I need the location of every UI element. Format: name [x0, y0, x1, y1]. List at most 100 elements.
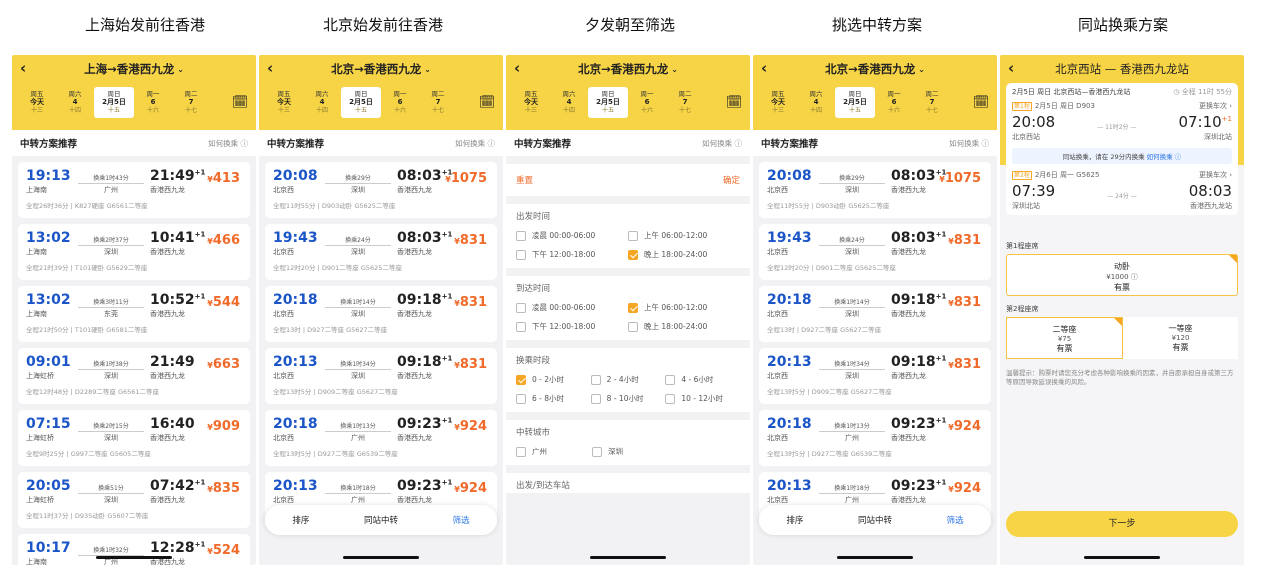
filter-button[interactable]: 筛选	[453, 514, 470, 526]
option-morning[interactable]: 上午 06:00-12:00	[628, 302, 740, 313]
date-cell[interactable]: 周六 4 十四	[797, 90, 835, 115]
transfer-card[interactable]: 10:17 换乘1时32分 12:28+1 ¥524 上海南 广州 香港西九龙	[18, 534, 250, 565]
transfer-card[interactable]: 20:13 换乘1时34分 09:18+1 ¥831 北京西 深圳 香港西九龙 全程13时5分…	[265, 348, 497, 404]
back-icon[interactable]: ‹	[514, 59, 520, 77]
date-cell[interactable]: 周六 4 十四	[550, 90, 588, 115]
date-cell[interactable]: 周日 2月5日 十五	[588, 86, 628, 118]
back-icon[interactable]: ‹	[761, 59, 767, 77]
transfer-card[interactable]: 09:01 换乘1时38分 21:49 ¥663 上海虹桥 深圳 香港西九龙 全程12时48分…	[18, 348, 250, 404]
date-cell[interactable]: 周五 今天 十三	[759, 90, 797, 115]
date-cell[interactable]: 周二 7 十七	[913, 90, 951, 115]
date-cell[interactable]: 周一 6 十六	[134, 90, 172, 115]
checkbox[interactable]	[590, 393, 601, 404]
seat-option-second-class[interactable]: 二等座 ¥75 有票	[1006, 317, 1123, 359]
back-icon[interactable]: ‹	[267, 59, 273, 77]
transfer-card[interactable]: 20:18 换乘1时14分 09:18+1 ¥831 北京西 深圳 香港西九龙 全程13时 |…	[265, 286, 497, 342]
checkbox[interactable]	[516, 446, 526, 457]
transfer-card[interactable]: 20:18 换乘1时13分 09:23+1 ¥924 北京西 广州 香港西九龙 全程13时5分…	[759, 410, 991, 466]
date-cell[interactable]: 周五 今天 十三	[512, 90, 550, 115]
option-tr[interactable]: 6 - 8小时	[516, 393, 591, 404]
next-step-button[interactable]: 下一步	[1006, 511, 1238, 537]
checkbox[interactable]	[516, 302, 526, 313]
checkbox-checked[interactable]	[516, 374, 526, 385]
route-title[interactable]: 北京→香港西九龙	[578, 61, 668, 77]
filter-button[interactable]: 筛选	[947, 514, 964, 526]
transfer-card[interactable]: 20:08 换乘29分 08:03+1 ¥1075 北京西 深圳 香港西九龙 全程11时55分…	[759, 162, 991, 218]
route-title[interactable]: 北京→香港西九龙	[331, 61, 421, 77]
date-cell[interactable]: 周一 6 十六	[628, 90, 666, 115]
date-cell[interactable]: 周日 2月5日 十五	[835, 86, 875, 118]
checkbox[interactable]	[592, 446, 602, 457]
sort-button[interactable]: 排序	[786, 514, 803, 526]
option-evening[interactable]: 晚上 18:00-24:00	[628, 249, 740, 260]
same-station-button[interactable]: 同站中转	[858, 514, 892, 526]
date-cell[interactable]: 周二 7 十七	[666, 90, 704, 115]
checkbox-checked[interactable]	[628, 249, 638, 260]
transfer-card[interactable]: 20:05 换乘51分 07:42+1 ¥835 上海虹桥 深圳 香港西九龙 全程11时37分…	[18, 472, 250, 528]
option-tr[interactable]: 2 - 4小时	[590, 374, 666, 385]
chevron-down-icon[interactable]: ⌄	[177, 65, 184, 74]
option-tr[interactable]: 0 - 2小时	[516, 374, 591, 385]
option-guangzhou[interactable]: 广州	[516, 446, 592, 457]
date-cell[interactable]: 周五 今天 十三	[18, 90, 56, 115]
date-cell[interactable]: 周二 7 十七	[172, 90, 210, 115]
checkbox[interactable]	[516, 321, 526, 332]
help-link[interactable]: 如何换乘 ⓘ	[208, 138, 248, 149]
transfer-card[interactable]: 19:43 换乘24分 08:03+1 ¥831 北京西 深圳 香港西九龙 全程12时20分 …	[265, 224, 497, 280]
transfer-card[interactable]: 20:13 换乘1时34分 09:18+1 ¥831 北京西 深圳 香港西九龙 全程13时5分…	[759, 348, 991, 404]
back-icon[interactable]: ‹	[20, 59, 26, 77]
checkbox[interactable]	[628, 230, 638, 241]
option-shenzhen[interactable]: 深圳	[592, 446, 668, 457]
transfer-card[interactable]: 19:43 换乘24分 08:03+1 ¥831 北京西 深圳 香港西九龙 全程12时20分 …	[759, 224, 991, 280]
option-early[interactable]: 凌晨 00:00-06:00	[516, 302, 628, 313]
checkbox[interactable]	[665, 393, 676, 404]
option-afternoon[interactable]: 下午 12:00-18:00	[516, 321, 628, 332]
checkbox[interactable]	[628, 321, 638, 332]
date-cell[interactable]: 周日 2月5日 十五	[341, 86, 381, 118]
reset-button[interactable]: 重置	[516, 174, 533, 186]
chevron-down-icon[interactable]: ⌄	[424, 65, 431, 74]
date-cell[interactable]: 周六 4 十四	[56, 90, 94, 115]
how-to-transfer-link[interactable]: 如何换乘 ⓘ	[1147, 153, 1182, 161]
chevron-down-icon[interactable]: ⌄	[671, 65, 678, 74]
option-evening[interactable]: 晚上 18:00-24:00	[628, 321, 740, 332]
sort-button[interactable]: 排序	[292, 514, 309, 526]
seat-option-soft-sleeper[interactable]: 动卧 ¥1000 ⓘ 有票	[1006, 254, 1238, 296]
confirm-button[interactable]: 确定	[723, 174, 740, 186]
option-tr[interactable]: 8 - 10小时	[590, 393, 666, 404]
chevron-down-icon[interactable]: ⌄	[918, 65, 925, 74]
back-icon[interactable]: ‹	[1008, 59, 1014, 77]
option-early[interactable]: 凌晨 00:00-06:00	[516, 230, 628, 241]
help-link[interactable]: 如何换乘 ⓘ	[949, 138, 989, 149]
transfer-card[interactable]: 20:18 换乘1时13分 09:23+1 ¥924 北京西 广州 香港西九龙 全程13时5分…	[265, 410, 497, 466]
checkbox-checked[interactable]	[628, 302, 638, 313]
checkbox[interactable]	[516, 230, 526, 241]
checkbox[interactable]	[516, 249, 526, 260]
help-link[interactable]: 如何换乘 ⓘ	[702, 138, 742, 149]
calendar-icon[interactable]: 🗓	[724, 95, 744, 110]
option-afternoon[interactable]: 下午 12:00-18:00	[516, 249, 628, 260]
route-title[interactable]: 上海→香港西九龙	[84, 61, 174, 77]
same-station-button[interactable]: 同站中转	[364, 514, 398, 526]
change-train-button[interactable]: 更换车次 ›	[1199, 170, 1232, 180]
transfer-card[interactable]: 19:13 换乘1时43分 21:49+1 ¥413 上海南 广州 香港西九龙 全程26时36…	[18, 162, 250, 218]
transfer-card[interactable]: 20:08 换乘29分 08:03+1 ¥1075 北京西 深圳 香港西九龙 全程11时55分…	[265, 162, 497, 218]
transfer-card[interactable]: 07:15 换乘2时15分 16:40 ¥909 上海虹桥 深圳 香港西九龙 全程9时25分 …	[18, 410, 250, 466]
date-cell[interactable]: 周六 4 十四	[303, 90, 341, 115]
transfer-card[interactable]: 20:18 换乘1时14分 09:18+1 ¥831 北京西 深圳 香港西九龙 全程13时 |…	[759, 286, 991, 342]
route-title[interactable]: 北京→香港西九龙	[825, 61, 915, 77]
checkbox[interactable]	[590, 374, 601, 385]
calendar-icon[interactable]: 🗓	[230, 95, 250, 110]
transfer-card[interactable]: 13:02 换乘2时37分 10:41+1 ¥466 上海南 深圳 香港西九龙 全程21时39…	[18, 224, 250, 280]
option-tr[interactable]: 10 - 12小时	[665, 393, 740, 404]
change-train-button[interactable]: 更换车次 ›	[1199, 101, 1232, 111]
seat-option-first-class[interactable]: 一等座 ¥120 有票	[1123, 317, 1238, 359]
option-tr[interactable]: 4 - 6小时	[665, 374, 740, 385]
transfer-card[interactable]: 13:02 换乘3时11分 10:52+1 ¥544 上海南 东莞 香港西九龙 全程21时50…	[18, 286, 250, 342]
date-cell[interactable]: 周五 今天 十三	[265, 90, 303, 115]
date-cell[interactable]: 周一 6 十六	[875, 90, 913, 115]
help-link[interactable]: 如何换乘 ⓘ	[455, 138, 495, 149]
date-cell[interactable]: 周二 7 十七	[419, 90, 457, 115]
option-morning[interactable]: 上午 06:00-12:00	[628, 230, 740, 241]
date-cell[interactable]: 周一 6 十六	[381, 90, 419, 115]
